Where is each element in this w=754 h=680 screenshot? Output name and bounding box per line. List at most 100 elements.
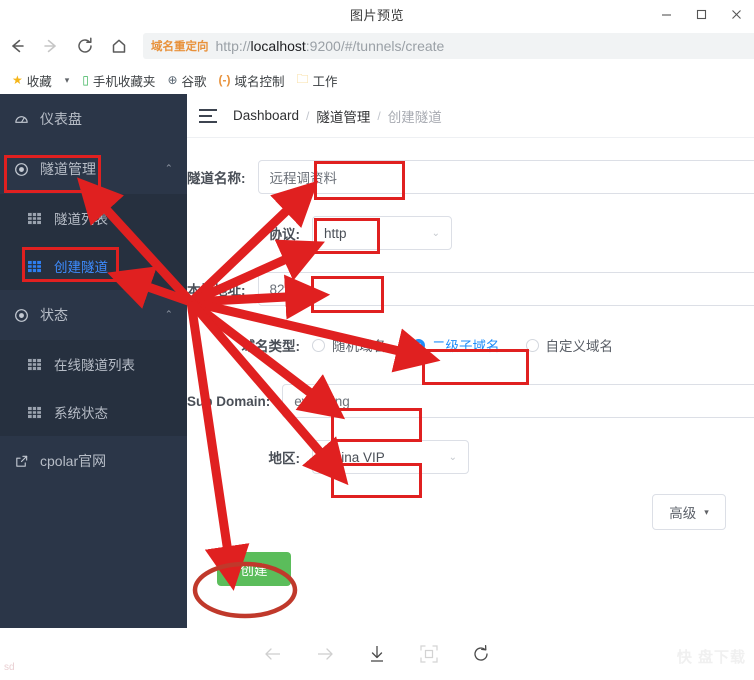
reload-icon[interactable]: [68, 29, 102, 63]
create-tunnel-form: 隧道名称: 远程调资料 协议: http ⌄ 本地地址: 82 域名类型: 随机…: [187, 138, 754, 586]
sidebar-item-dashboard[interactable]: 仪表盘: [0, 94, 187, 144]
globe-icon: ⊕: [167, 73, 178, 87]
breadcrumb-bar: Dashboard / 隧道管理 / 创建隧道: [187, 94, 754, 138]
dashboard-icon: [14, 112, 40, 127]
next-image-icon[interactable]: [312, 641, 338, 667]
sidebar-item-online-tunnel-list[interactable]: 在线隧道列表: [0, 340, 187, 388]
bookmark-label: 收藏: [26, 74, 52, 89]
tunnel-name-input[interactable]: 远程调资料: [257, 160, 754, 194]
chevron-up-icon: ⌃: [164, 163, 173, 175]
external-link-icon: [14, 454, 40, 469]
sidebar-item-label: 在线隧道列表: [54, 358, 135, 373]
window-title: 图片预览: [349, 7, 404, 23]
grid-icon: [28, 260, 54, 273]
close-icon[interactable]: [719, 0, 754, 28]
collapse-menu-icon[interactable]: [199, 108, 219, 123]
bookmark-dns-console[interactable]: (-) 域名控制: [213, 69, 291, 91]
radio-label: 自定义域名: [545, 339, 614, 354]
bookmark-google[interactable]: ⊕ 谷歌: [161, 69, 212, 91]
radio-label: 二级子域名: [432, 339, 500, 354]
sub-domain-control: everthing: [282, 384, 754, 418]
sidebar-item-label: 仪表盘: [40, 111, 82, 127]
sidebar-item-label: 创建隧道: [54, 260, 108, 275]
fit-screen-icon[interactable]: [416, 641, 442, 667]
breadcrumb-item-tunnel-management[interactable]: 隧道管理: [316, 106, 370, 126]
sidebar-group-status: 在线隧道列表 系统状态: [0, 340, 187, 436]
protocol-select[interactable]: http ⌄: [312, 216, 452, 250]
local-address-input[interactable]: 82: [257, 272, 754, 306]
sidebar-item-cpolar-website[interactable]: cpolar官网: [0, 436, 187, 486]
sub-domain-input[interactable]: everthing: [282, 384, 754, 418]
sidebar-item-tunnel-management[interactable]: 隧道管理 ⌃: [0, 144, 187, 194]
radio-random-domain[interactable]: 随机域名: [312, 335, 386, 355]
form-row-protocol: 协议: http ⌄: [187, 214, 754, 252]
local-address-label: 本地地址:: [187, 283, 246, 298]
sidebar-item-label: cpolar官网: [40, 453, 107, 469]
form-row-local-address: 本地地址: 82: [187, 270, 754, 308]
advanced-row: 高级 ▾: [187, 494, 754, 530]
chevron-down-icon: ⌄: [431, 227, 440, 239]
form-row-domain-type: 域名类型: 随机域名 二级子域名 自定义域名: [187, 326, 754, 364]
grid-icon: [28, 358, 54, 371]
breadcrumb-item-create-tunnel: 创建隧道: [387, 109, 442, 125]
bookmarks-overflow-caret-icon[interactable]: ▾: [58, 75, 77, 86]
sidebar-item-status[interactable]: 状态 ⌃: [0, 290, 187, 340]
create-row: 创建: [187, 552, 754, 586]
sidebar-item-system-status[interactable]: 系统状态: [0, 388, 187, 436]
bookmark-label: 域名控制: [234, 74, 285, 89]
advanced-button-label: 高级: [669, 506, 697, 521]
bookmark-mobile-favorites[interactable]: ▯ 手机收藏夹: [76, 69, 161, 91]
address-bar-url: http://localhost:9200/#/tunnels/create: [215, 38, 445, 54]
prev-image-icon[interactable]: [260, 641, 286, 667]
protocol-value: http: [324, 225, 347, 241]
region-select[interactable]: China VIP ⌄: [312, 440, 469, 474]
minimize-icon[interactable]: [649, 0, 684, 28]
home-icon[interactable]: [102, 29, 136, 63]
bookmark-favorites[interactable]: ★ 收藏: [6, 69, 58, 91]
breadcrumb-separator: /: [306, 108, 310, 123]
download-icon[interactable]: [364, 641, 390, 667]
maximize-icon[interactable]: [684, 0, 719, 28]
forward-icon[interactable]: [34, 29, 68, 63]
sidebar-item-tunnel-list[interactable]: 隧道列表: [0, 194, 187, 242]
region-label: 地区:: [268, 451, 301, 466]
back-icon[interactable]: [0, 29, 34, 63]
main-content: Dashboard / 隧道管理 / 创建隧道 隧道名称: 远程调资料 协议:: [187, 94, 754, 628]
folder-icon: 🗀: [296, 71, 309, 86]
bookmark-work[interactable]: 🗀 工作: [291, 69, 344, 91]
advanced-button[interactable]: 高级 ▾: [652, 494, 726, 530]
breadcrumb-item-dashboard[interactable]: Dashboard: [233, 108, 299, 123]
bookmark-label: 谷歌: [181, 74, 207, 89]
radio-label: 随机域名: [332, 339, 386, 354]
window-titlebar: 图片预览: [0, 0, 754, 28]
radio-second-level-subdomain[interactable]: 二级子域名: [412, 335, 500, 355]
window-controls: [649, 0, 754, 28]
sidebar-item-label: 系统状态: [54, 406, 108, 421]
dns-icon: (-): [218, 73, 231, 87]
address-bar[interactable]: 域名重定向 http://localhost:9200/#/tunnels/cr…: [143, 33, 754, 59]
domain-type-label: 域名类型:: [241, 339, 301, 354]
radio-dot-selected-icon: [412, 338, 425, 352]
grid-icon: [28, 406, 54, 419]
sidebar-item-create-tunnel[interactable]: 创建隧道: [0, 242, 187, 290]
breadcrumb-separator: /: [377, 108, 381, 123]
bookmarks-bar: ★ 收藏 ▾ ▯ 手机收藏夹 ⊕ 谷歌 (-) 域名控制 🗀 工作: [0, 66, 754, 94]
star-icon: ★: [12, 73, 23, 87]
create-button[interactable]: 创建: [217, 552, 291, 586]
radio-dot-icon: [312, 338, 325, 352]
sub-domain-label: Sub Domain:: [187, 393, 271, 409]
rotate-icon[interactable]: [468, 641, 494, 667]
radio-custom-domain[interactable]: 自定义域名: [525, 335, 614, 355]
web-page-viewport: 仪表盘 隧道管理 ⌃ 隧道列表 创建隧道 状态 ⌃ 在线隧道列表 系统状态 cp…: [0, 94, 754, 628]
app-root: 图片预览 域名重定向 http://localhost:9200/#/tunne…: [0, 0, 754, 680]
corner-text: sd: [4, 662, 15, 673]
sidebar-group-tunnel: 隧道列表 创建隧道: [0, 194, 187, 290]
radio-dot-icon: [525, 338, 539, 352]
image-viewer-toolbar: [0, 628, 754, 680]
domain-redirect-badge: 域名重定向: [151, 41, 209, 53]
domain-type-radio-group: 随机域名 二级子域名 自定义域名: [312, 335, 639, 355]
protocol-label: 协议:: [268, 227, 301, 242]
region-control: China VIP ⌄: [312, 440, 469, 474]
protocol-control: http ⌄: [312, 216, 452, 250]
sidebar-item-label: 隧道管理: [40, 161, 96, 177]
